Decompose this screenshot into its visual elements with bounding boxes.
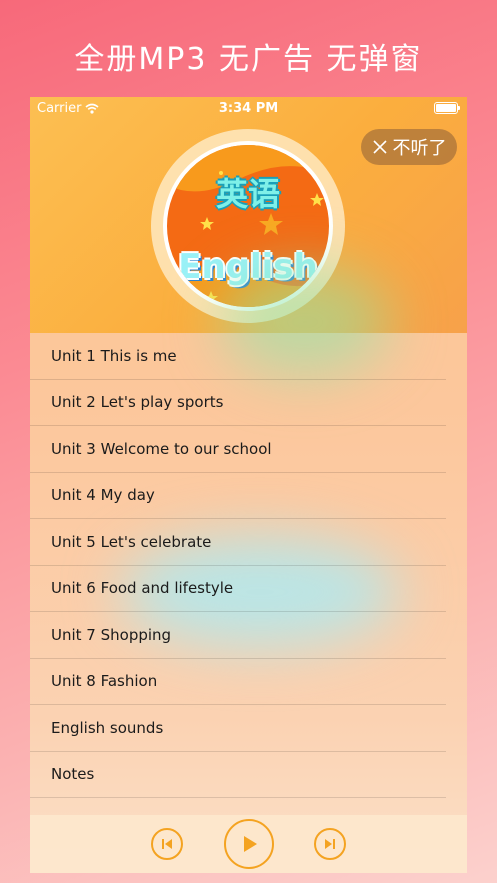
cover-chinese-title: 英语 xyxy=(215,175,280,213)
close-icon xyxy=(372,140,387,154)
list-item[interactable]: Unit 1 This is me xyxy=(30,333,446,380)
unit-label: Unit 2 Let's play sports xyxy=(51,393,224,412)
battery-icon xyxy=(434,102,460,114)
list-item[interactable]: Notes xyxy=(30,752,446,798)
list-item[interactable]: Unit 2 Let's play sports xyxy=(30,380,446,426)
stop-listening-label: 不听了 xyxy=(392,138,447,159)
status-bar: Carrier 3:34 PM xyxy=(30,97,467,119)
status-time: 3:34 PM xyxy=(218,101,279,116)
list-item[interactable]: Unit 3 Welcome to our school xyxy=(30,426,446,473)
play-icon xyxy=(244,836,257,852)
next-button[interactable] xyxy=(314,828,346,860)
album-cover-ring: 英语 English xyxy=(151,129,345,323)
unit-label: Notes xyxy=(51,765,95,784)
unit-label: Unit 4 My day xyxy=(51,486,155,505)
play-button[interactable] xyxy=(224,819,274,869)
unit-label: Unit 5 Let's celebrate xyxy=(51,532,212,551)
unit-label: Unit 8 Fashion xyxy=(51,672,158,691)
promo-title: 全册MP3 无广告 无弹窗 xyxy=(74,42,423,77)
unit-label: Unit 3 Welcome to our school xyxy=(51,439,272,458)
unit-list: Unit 1 This is me Unit 2 Let's play spor… xyxy=(30,333,467,798)
player-header: Carrier 3:34 PM 不听了 英语 English xyxy=(30,97,467,333)
player-controls xyxy=(30,815,467,873)
app-screen: Carrier 3:34 PM 不听了 英语 English Unit 1 Th… xyxy=(30,97,467,873)
previous-button[interactable] xyxy=(151,828,183,860)
stop-listening-button[interactable]: 不听了 xyxy=(361,129,457,165)
list-item[interactable]: Unit 8 Fashion xyxy=(30,659,446,705)
cover-english-title: English xyxy=(178,247,318,287)
unit-label: Unit 6 Food and lifestyle xyxy=(51,579,234,598)
unit-label: English sounds xyxy=(51,718,164,737)
album-cover: 英语 English xyxy=(163,141,333,311)
next-icon xyxy=(325,839,335,849)
list-item[interactable]: Unit 4 My day xyxy=(30,473,446,519)
list-item[interactable]: English sounds xyxy=(30,705,446,752)
unit-label: Unit 7 Shopping xyxy=(51,625,172,644)
previous-icon xyxy=(162,839,172,849)
list-item[interactable]: Unit 7 Shopping xyxy=(30,612,446,659)
list-item[interactable]: Unit 5 Let's celebrate xyxy=(30,519,446,566)
list-item[interactable]: Unit 6 Food and lifestyle xyxy=(30,566,446,612)
unit-label: Unit 1 This is me xyxy=(51,346,177,365)
